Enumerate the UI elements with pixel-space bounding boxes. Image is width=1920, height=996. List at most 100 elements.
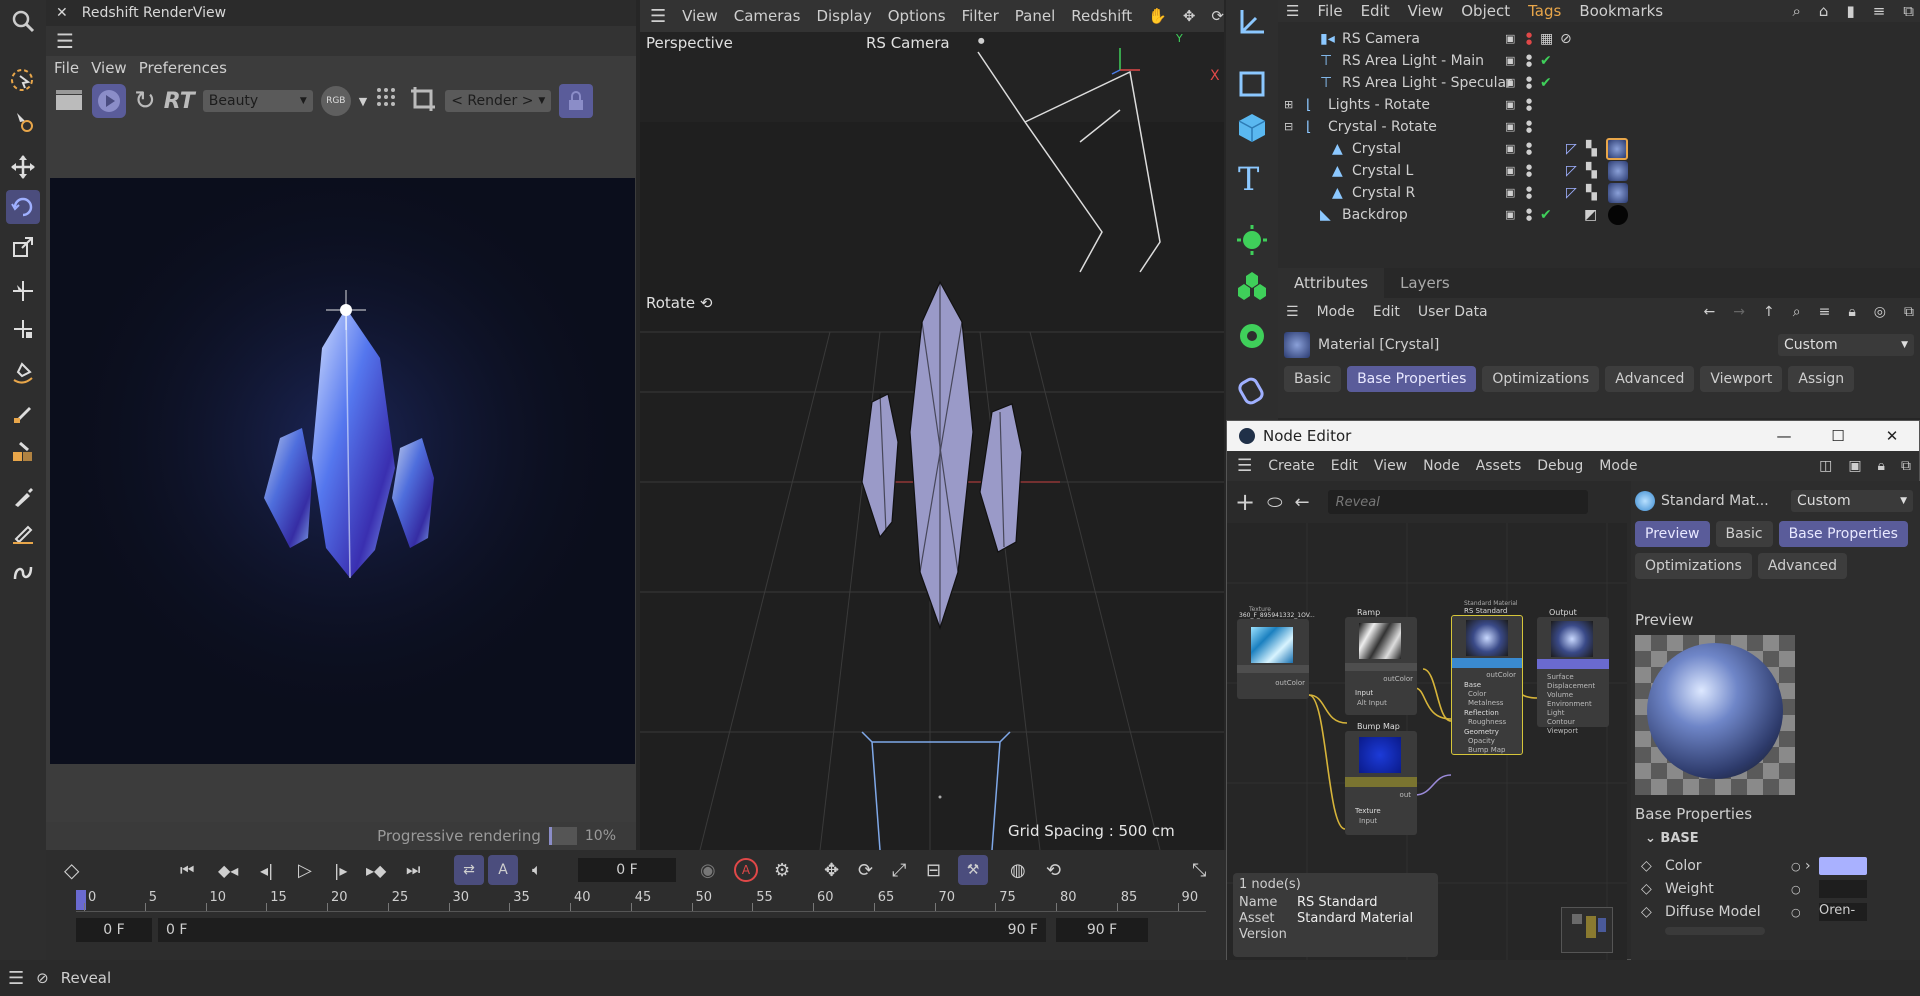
port-bump-map[interactable]: Bump Map [1468,746,1506,754]
prop-tab-viewport[interactable]: Viewport [1700,366,1783,392]
port-base[interactable]: Base [1464,681,1481,689]
enabled-check-icon[interactable]: ✔ [1540,207,1552,223]
ne-menu-debug[interactable]: Debug [1537,458,1583,474]
port-displacement[interactable]: Displacement [1547,682,1595,690]
scale-icon[interactable] [6,230,40,264]
phong-tag-icon[interactable]: ◸ [1566,163,1577,179]
filter-icon[interactable]: ≡ [1819,304,1831,320]
phong-tag-icon[interactable]: ◸ [1566,185,1577,201]
ne-menu-node[interactable]: Node [1423,458,1460,474]
visibility-toggle[interactable]: ▣ [1505,120,1515,133]
color-swatch[interactable] [1819,857,1867,875]
ne-menu-assets[interactable]: Assets [1476,458,1522,474]
light-generator-icon[interactable] [1236,224,1268,260]
search-icon[interactable]: ⌕ [1793,304,1801,320]
layout-split-icon[interactable]: ◫ [1819,458,1832,474]
close-icon[interactable]: ✕ [1865,427,1919,445]
group-base-header[interactable]: ⌄ BASE [1645,831,1699,846]
polygon-pen-icon[interactable] [6,436,40,470]
port-metalness[interactable]: Metalness [1468,699,1503,707]
camera-icon[interactable]: ⏺ [978,34,985,49]
clapper-icon[interactable] [54,86,84,116]
rgb-button[interactable]: RGB [320,86,351,116]
new-window-icon[interactable]: ⧉ [1903,2,1914,20]
hamburger-icon[interactable]: ☰ [1286,2,1299,20]
chevron-down-icon[interactable]: ▼ [359,95,367,108]
spline-pen-icon[interactable] [6,356,40,390]
hamburger-icon[interactable]: ☰ [56,29,74,53]
connect-port-icon[interactable]: ○ [1791,906,1819,919]
checker-tag-icon[interactable]: ▚ [1586,141,1597,157]
property-row-diffuse-model[interactable]: ◇ Diffuse Model ○ Oren- [1641,901,1917,923]
render-play-button[interactable] [92,84,126,118]
new-window-icon[interactable]: ⧉ [1904,304,1914,320]
key-param-icon[interactable]: ⊟ [926,860,941,881]
rs-standard-node[interactable]: Standard Material RS Standard outColor B… [1451,600,1523,755]
menu-view[interactable]: View [91,59,127,77]
port-alt-input[interactable]: Alt Input [1357,699,1387,707]
knife-icon[interactable] [6,516,40,550]
lock-icon[interactable]: 🔒︎ [1848,304,1855,320]
close-icon[interactable]: ✕ [56,5,68,21]
bump-map-node[interactable]: Bump Map out Texture Input [1345,722,1417,835]
motion-system-icon[interactable]: ⟲ [1046,860,1061,881]
deformer-icon[interactable] [1236,374,1268,410]
property-row-color[interactable]: ◇ Color ○ › [1641,855,1917,877]
prop-tab-optimizations[interactable]: Optimizations [1482,366,1600,392]
menu-preferences[interactable]: Preferences [139,59,227,77]
visibility-dots[interactable]: ● ● [1526,31,1532,46]
protection-tag-icon[interactable]: ⊘ [1560,31,1572,47]
visibility-toggle[interactable]: ▣ [1505,98,1515,111]
move-icon[interactable] [6,150,40,184]
checker-tag-icon[interactable]: ▚ [1586,163,1597,179]
refresh-icon[interactable]: ↻ [134,86,156,116]
port-group-input[interactable]: Input [1355,689,1373,697]
visibility-dots[interactable]: ● ● [1526,207,1532,222]
port-input[interactable]: Input [1359,817,1377,825]
prop-tab-advanced[interactable]: Advanced [1605,366,1695,392]
attr-menu-edit[interactable]: Edit [1373,304,1400,320]
phong-tag-icon[interactable]: ◸ [1566,141,1577,157]
rt-toggle[interactable]: RT [164,89,195,114]
expand-icon[interactable]: ⊞ [1284,98,1304,111]
back-arrow-icon[interactable]: ← [1294,492,1309,513]
visibility-toggle[interactable]: ▣ [1505,76,1515,89]
weight-field[interactable] [1819,880,1867,898]
visibility-toggle[interactable]: ▣ [1505,164,1515,177]
bookmark-icon[interactable]: ▮ [1846,2,1854,20]
material-tag-icon[interactable] [1608,160,1628,181]
prop-tab-base-properties[interactable]: Base Properties [1778,521,1908,547]
visibility-dots[interactable]: ● ● [1526,97,1532,112]
viewport-canvas[interactable]: Perspective RS Camera ⏺ Y X Rotate ⟲ Gri… [640,32,1224,850]
port-out[interactable]: out [1400,791,1411,799]
range-end-max-field[interactable]: 90 F [1056,918,1148,942]
keyframe-diamond-icon[interactable]: ◇ [64,858,79,882]
om-menu-view[interactable]: View [1408,2,1444,20]
visibility-dots[interactable]: ● ● [1526,119,1532,134]
port-reflection[interactable]: Reflection [1464,709,1499,717]
viewport-menu-redshift[interactable]: Redshift [1071,7,1132,25]
port-surface[interactable]: Surface [1547,673,1574,681]
preset-dropdown[interactable]: Custom ▼ [1778,334,1914,356]
material-tag-icon[interactable] [1608,204,1628,225]
sound-mode-icon[interactable]: A [488,855,518,885]
visibility-dots[interactable]: ● ● [1526,163,1532,178]
texture-node[interactable]: Texture 360_F_895941332_1OV... outColor [1237,606,1315,699]
enabled-check-icon[interactable]: ✔ [1540,53,1552,69]
minimize-icon[interactable]: — [1757,427,1811,445]
hamburger-icon[interactable]: ☰ [1286,304,1299,320]
visibility-toggle[interactable]: ▣ [1505,142,1515,155]
key-settings-icon[interactable]: ⚙ [774,860,790,881]
prop-tab-preview[interactable]: Preview [1635,521,1710,547]
collapse-icon[interactable]: ⊟ [1284,120,1304,133]
prop-tab-optimizations[interactable]: Optimizations [1635,553,1752,579]
key-rotation-icon[interactable]: ⟳ [858,860,873,881]
add-node-icon[interactable]: + [1235,488,1255,516]
spline-sketch-icon[interactable] [6,396,40,430]
current-frame-field[interactable]: 0 F [578,858,676,882]
visibility-dots[interactable]: ● ● [1526,185,1532,200]
port-roughness[interactable]: Roughness [1468,718,1506,726]
speaker-icon[interactable]: 🔈︎ [532,860,542,880]
home-icon[interactable]: ⌂ [1819,2,1829,20]
pan-hand-icon[interactable]: ✋ [1148,7,1167,25]
